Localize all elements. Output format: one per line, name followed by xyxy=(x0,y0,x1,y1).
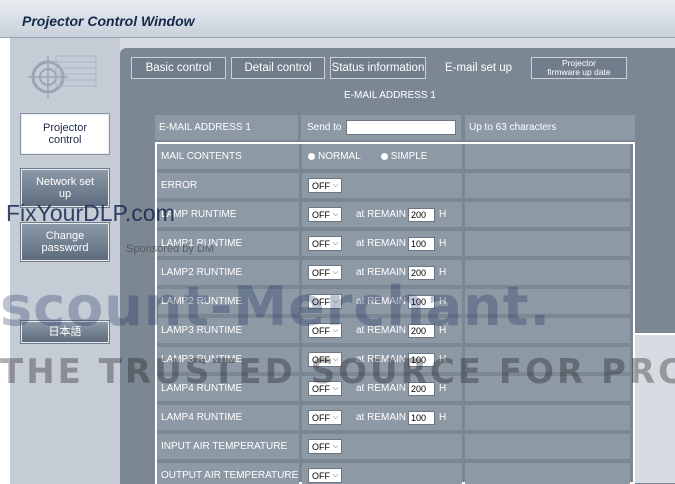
watermark-merchant-text: scount-Merchant. xyxy=(0,275,552,338)
remain-hours-input[interactable]: 200 xyxy=(408,207,436,222)
send-to-label: Send to xyxy=(307,122,342,133)
setting-row-controls: OFF ⌵ xyxy=(302,463,462,484)
chevron-down-icon: ⌵ xyxy=(333,413,339,421)
title-bar: Projector Control Window xyxy=(0,0,675,38)
setting-row-empty-cell xyxy=(465,173,630,198)
notify-select-value: OFF xyxy=(312,209,330,220)
notify-select[interactable]: OFF ⌵ xyxy=(308,410,342,425)
remain-hours-input[interactable]: 100 xyxy=(408,236,436,251)
radio-dot-icon xyxy=(308,153,315,160)
email-address-label: E-MAIL ADDRESS 1 xyxy=(155,115,298,140)
remain-unit: H xyxy=(439,209,447,220)
setting-row-controls: OFF ⌵ at REMAIN 100 H xyxy=(302,405,462,430)
tab-label: E-mail set up xyxy=(444,62,513,74)
watermark-site-text: FixYourDLP.com xyxy=(6,200,175,226)
chevron-down-icon: ⌵ xyxy=(333,181,339,189)
sidebar-item-label: Change password xyxy=(41,230,89,254)
chevron-down-icon: ⌵ xyxy=(333,239,339,247)
tab-email-setup[interactable]: E-mail set up xyxy=(431,56,526,80)
tab-firmware-update[interactable]: Projector firmware up date xyxy=(531,57,627,79)
setting-row: LAMP RUNTIME OFF ⌵ at REMAIN 200 H xyxy=(157,202,630,227)
chevron-down-icon: ⌵ xyxy=(333,442,339,450)
notify-select[interactable]: OFF ⌵ xyxy=(308,207,342,222)
setting-row-empty-cell xyxy=(465,434,630,459)
notify-select-value: OFF xyxy=(312,180,330,191)
sidebar-item-projector-control[interactable]: Projector control xyxy=(21,114,109,154)
remain-hours-input[interactable]: 100 xyxy=(408,410,436,425)
setting-row-empty-cell xyxy=(465,405,630,430)
notify-select-value: OFF xyxy=(312,470,330,481)
setting-row: LAMP4 RUNTIME OFF ⌵ at REMAIN 100 H xyxy=(157,405,630,430)
email-send-to-cell: Send to xyxy=(301,115,461,140)
setting-row-label: LAMP4 RUNTIME xyxy=(157,405,299,430)
setting-row: LAMP1 RUNTIME OFF ⌵ at REMAIN 100 H xyxy=(157,231,630,256)
setting-row-empty-cell xyxy=(465,231,630,256)
target-logo-icon xyxy=(28,55,97,98)
section-title: E-MAIL ADDRESS 1 xyxy=(344,90,436,101)
setting-row-label: ERROR xyxy=(157,173,299,198)
notify-select-value: OFF xyxy=(312,412,330,423)
chevron-down-icon: ⌵ xyxy=(333,210,339,218)
tab-detail-control[interactable]: Detail control xyxy=(231,57,325,79)
setting-row-controls: OFF ⌵ xyxy=(302,434,462,459)
email-address-input[interactable] xyxy=(346,120,457,135)
sidebar-item-change-password[interactable]: Change password xyxy=(21,223,109,261)
remain-unit: H xyxy=(439,412,447,423)
notify-select[interactable]: OFF ⌵ xyxy=(308,439,342,454)
setting-row-label: OUTPUT AIR TEMPERATURE xyxy=(157,463,299,484)
radio-normal[interactable]: NORMAL xyxy=(308,151,361,162)
tab-label: Status information xyxy=(331,62,425,74)
email-hint: Up to 63 characters xyxy=(465,115,635,140)
setting-row: ERROR OFF ⌵ xyxy=(157,173,630,198)
remain-label: at REMAIN xyxy=(356,412,407,423)
tab-label-line2: firmware up date xyxy=(547,67,611,77)
setting-row-empty-cell xyxy=(465,202,630,227)
notify-select[interactable]: OFF ⌵ xyxy=(308,178,342,193)
setting-row-label: INPUT AIR TEMPERATURE xyxy=(157,434,299,459)
notify-select-value: OFF xyxy=(312,441,330,452)
watermark-strip-text: THE TRUSTED SOURCE FOR PROJE xyxy=(0,352,675,392)
tab-status-information[interactable]: Status information xyxy=(330,57,426,79)
watermark-sponsored-text: Sponsored by DM xyxy=(126,243,215,255)
sidebar xyxy=(10,38,120,484)
radio-simple[interactable]: SIMPLE xyxy=(380,151,428,162)
mail-contents-label: MAIL CONTENTS xyxy=(157,144,299,169)
notify-select-value: OFF xyxy=(312,238,330,249)
mail-contents-row: MAIL CONTENTS NORMAL SIMPLE xyxy=(157,144,630,169)
notify-select[interactable]: OFF ⌵ xyxy=(308,236,342,251)
mail-contents-options: NORMAL SIMPLE xyxy=(302,144,462,169)
setting-row-controls: OFF ⌵ at REMAIN 200 H xyxy=(302,202,462,227)
sidebar-item-label: Projector control xyxy=(42,122,88,146)
setting-row-controls: OFF ⌵ at REMAIN 100 H xyxy=(302,231,462,256)
setting-row: INPUT AIR TEMPERATURE OFF ⌵ xyxy=(157,434,630,459)
radio-dot-icon xyxy=(380,153,388,160)
remain-label: at REMAIN xyxy=(356,209,407,220)
email-address-row: E-MAIL ADDRESS 1 Send to Up to 63 charac… xyxy=(155,115,635,140)
setting-row-controls: OFF ⌵ xyxy=(302,173,462,198)
window-title: Projector Control Window xyxy=(22,13,195,29)
remain-label: at REMAIN xyxy=(356,238,407,249)
setting-row: OUTPUT AIR TEMPERATURE OFF ⌵ xyxy=(157,463,630,484)
radio-normal-label: NORMAL xyxy=(318,151,361,162)
remain-unit: H xyxy=(439,238,447,249)
tab-basic-control[interactable]: Basic control xyxy=(131,57,226,79)
tab-label: Detail control xyxy=(244,62,312,74)
mail-contents-empty-cell xyxy=(465,144,630,169)
radio-simple-label: SIMPLE xyxy=(390,151,428,162)
notify-select[interactable]: OFF ⌵ xyxy=(308,468,342,483)
chevron-down-icon: ⌵ xyxy=(333,471,339,479)
tab-label: Basic control xyxy=(145,62,212,74)
sidebar-item-label: Network set up xyxy=(35,176,95,200)
setting-row-empty-cell xyxy=(465,463,630,484)
setting-row-label: LAMP RUNTIME xyxy=(157,202,299,227)
